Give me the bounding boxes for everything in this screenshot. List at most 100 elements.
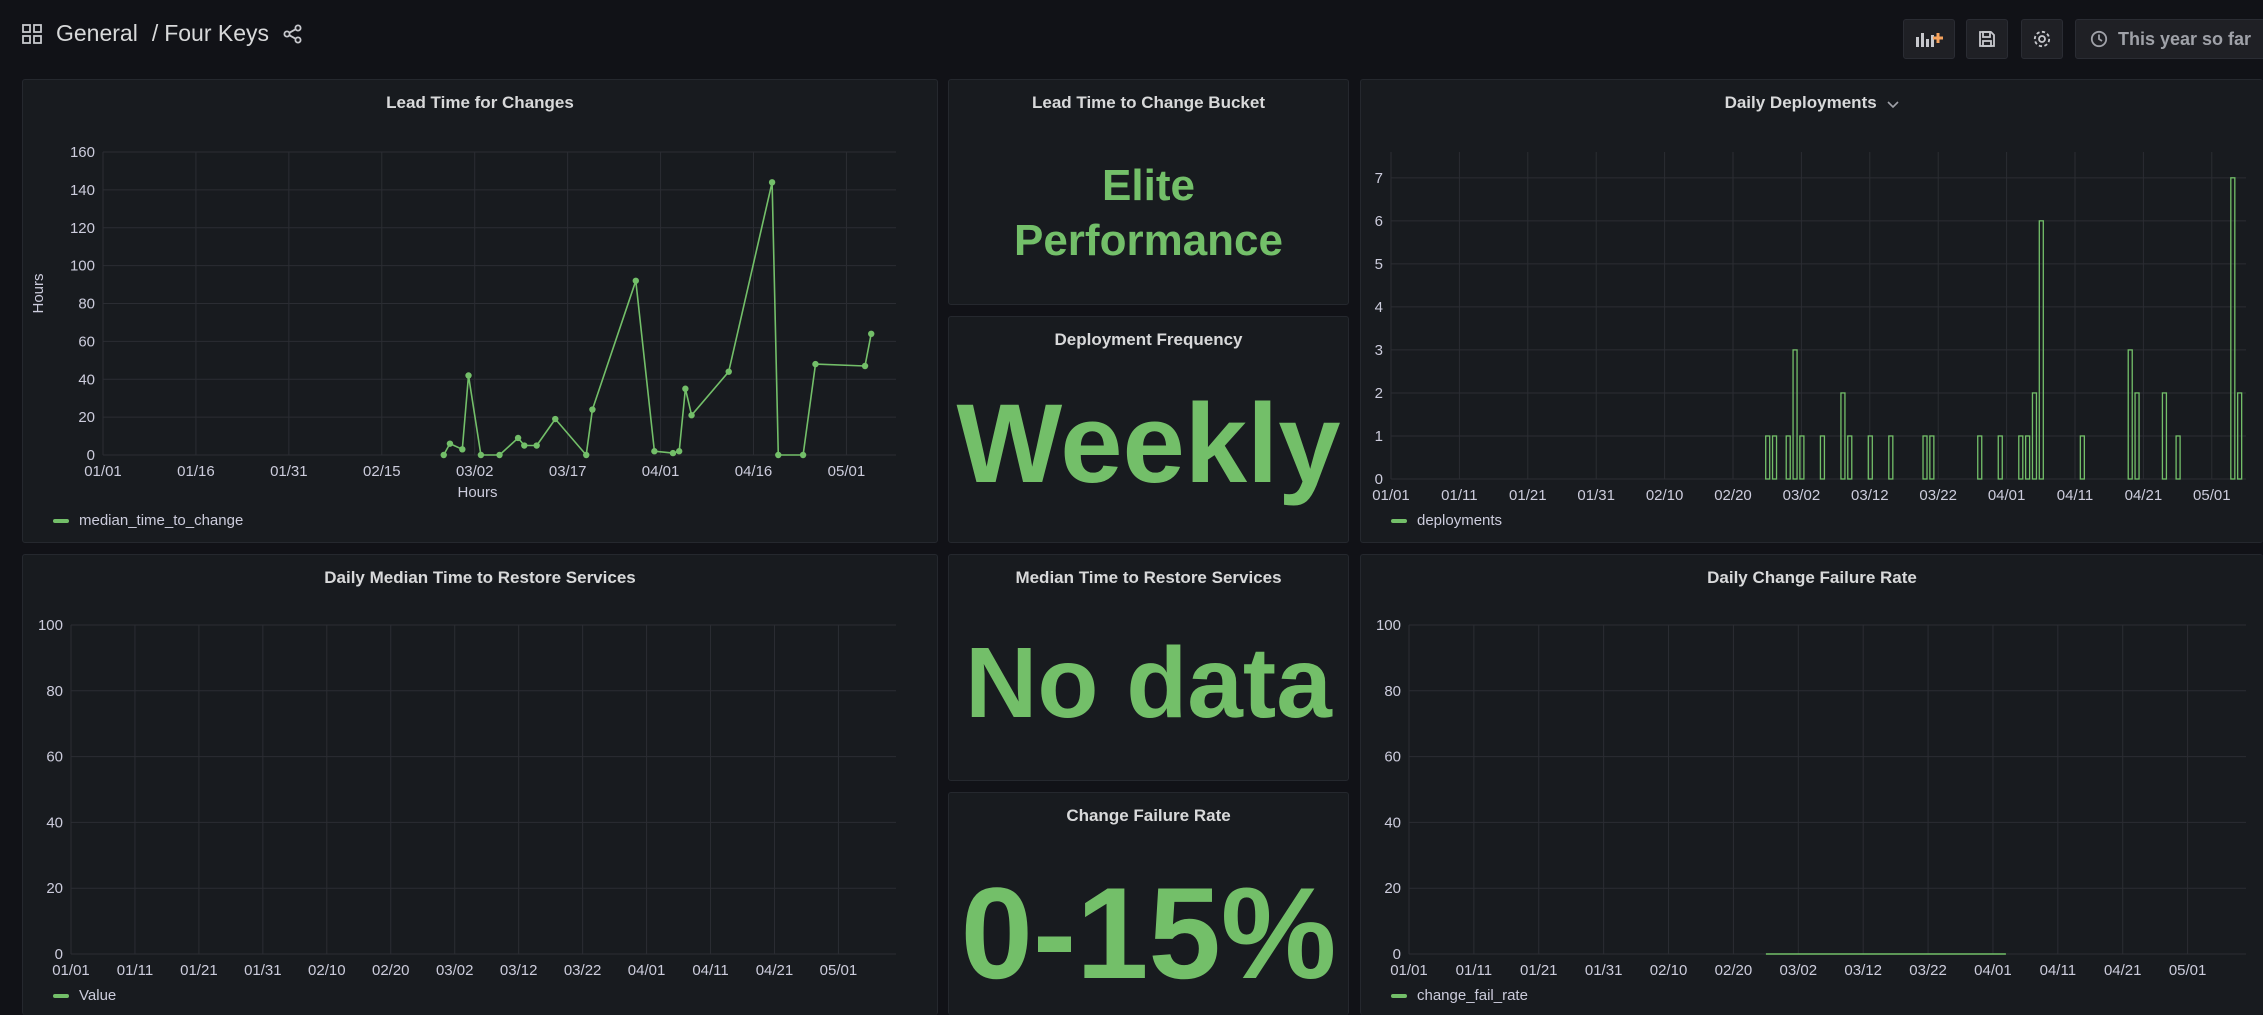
bar [2079, 435, 2085, 480]
y-tick-label: 4 [1375, 299, 1383, 316]
save-button[interactable] [1966, 19, 2008, 59]
x-tick-label: 04/01 [628, 962, 666, 979]
bar [1922, 435, 1928, 480]
apps-icon[interactable] [22, 23, 42, 44]
x-tick-label: 02/10 [1646, 487, 1684, 504]
x-tick-label: 01/21 [1509, 487, 1547, 504]
breadcrumb-separator: / [151, 20, 159, 46]
bar [1888, 435, 1894, 480]
panel-median-restore[interactable]: Median Time to Restore Services No data [948, 554, 1349, 781]
stat-value: 0-15% [960, 860, 1337, 1006]
legend-item[interactable]: median_time_to_change [53, 512, 243, 529]
legend-swatch [1391, 518, 1407, 523]
stat-value-line1: Elite [1102, 161, 1195, 210]
legend-item[interactable]: Value [53, 987, 116, 1004]
x-tick-label: 01/11 [1456, 962, 1492, 979]
y-tick-label: 120 [70, 220, 95, 237]
data-point [675, 448, 683, 455]
x-tick-label: 01/01 [84, 463, 122, 480]
x-tick-label: 02/20 [372, 962, 410, 979]
data-point [583, 451, 590, 459]
x-tick-label: 01/31 [1577, 487, 1615, 504]
legend-label: median_time_to_change [79, 512, 244, 529]
panel-daily-deployments[interactable]: Daily Deployments 0 1 2 3 4 5 6 7 01/01 01/11 01/2… [1360, 79, 2263, 543]
y-tick-label: 100 [70, 258, 95, 275]
bar [1819, 435, 1826, 480]
y-tick-label: 40 [1384, 814, 1401, 831]
x-tick-label: 05/01 [2193, 487, 2231, 504]
settings-icon [2032, 29, 2052, 49]
panel-title: Deployment Frequency [1054, 330, 1243, 349]
x-tick-label: 01/01 [52, 962, 90, 979]
y-tick-label: 40 [46, 814, 63, 831]
add-panel-button[interactable] [1903, 19, 1955, 59]
x-tick-label: 01/11 [117, 962, 153, 979]
data-point [521, 442, 528, 449]
x-tick-label: 02/15 [363, 463, 401, 480]
x-tick-label: 03/02 [1780, 962, 1818, 979]
stat-value: No data [965, 627, 1332, 739]
x-tick-label: 01/11 [1441, 487, 1477, 504]
x-tick-label: 05/01 [820, 962, 858, 979]
data-point [682, 385, 689, 392]
panel-title: Lead Time to Change Bucket [1031, 93, 1265, 112]
top-bar: General / Four Keys This year so far [0, 0, 2263, 76]
panel-lead-time[interactable]: Lead Time for Changes 0 20 40 60 80 100 120 140… [22, 79, 938, 543]
x-tick-label: 03/22 [1919, 487, 1957, 504]
x-tick-label: 01/31 [244, 962, 282, 979]
dashboard-title[interactable]: Four Keys [164, 20, 269, 47]
y-tick-label: 1 [1375, 428, 1383, 445]
x-tick-label: 01/21 [180, 962, 218, 979]
y-tick-label: 60 [46, 749, 63, 766]
x-tick-label: 03/22 [1909, 962, 1947, 979]
data-point [465, 372, 472, 379]
x-tick-label: 04/11 [2057, 487, 2093, 504]
data-point [768, 179, 776, 186]
lead-time-chart: 0 20 40 60 80 100 120 140 160 01/01 01/16 01/31 02/1… [30, 144, 896, 501]
stat-value-line2: Performance [1013, 216, 1283, 265]
x-tick-label: 03/02 [456, 463, 494, 480]
y-tick-label: 0 [1375, 471, 1383, 488]
x-tick-label: 03/17 [549, 463, 587, 480]
y-tick-label: 160 [70, 144, 95, 161]
x-tick-label: 01/01 [1372, 487, 1410, 504]
x-tick-label: 02/20 [1715, 962, 1753, 979]
y-tick-label: 0 [1393, 946, 1401, 963]
x-tick-label: 04/16 [735, 463, 773, 480]
panel-deployment-frequency[interactable]: Deployment Frequency Weekly [948, 316, 1349, 543]
panel-lead-time-bucket[interactable]: Lead Time to Change Bucket Elite Perform… [948, 79, 1349, 305]
data-point [477, 451, 485, 459]
legend-item[interactable]: change_fail_rate [1391, 987, 1528, 1004]
panel-daily-change-failure-rate[interactable]: Daily Change Failure Rate 0 20 40 60 80 100 01… [1360, 554, 2263, 1015]
bar [1765, 435, 1771, 480]
y-tick-label: 80 [78, 296, 95, 313]
data-point [861, 362, 869, 370]
panel-daily-restore[interactable]: Daily Median Time to Restore Services 02… [22, 554, 938, 1015]
x-tick-label: 04/01 [642, 463, 680, 480]
x-tick-label: 03/02 [436, 962, 474, 979]
x-tick-label: 04/21 [2104, 962, 2142, 979]
x-tick-label: 01/01 [1390, 962, 1428, 979]
panel-change-failure-rate[interactable]: Change Failure Rate 0-15% [948, 792, 1349, 1015]
breadcrumb-folder[interactable]: General [56, 20, 138, 47]
y-tick-label: 20 [46, 880, 63, 897]
clock-icon [2090, 30, 2108, 48]
x-tick-label: 05/01 [2169, 962, 2207, 979]
data-point [440, 451, 447, 459]
y-tick-label: 20 [1384, 880, 1401, 897]
series-line [442, 181, 872, 456]
y-tick-label: 6 [1375, 213, 1383, 230]
x-tick-label: 03/02 [1783, 487, 1821, 504]
y-axis-title: Hours [30, 273, 47, 313]
settings-button[interactable] [2021, 19, 2063, 59]
time-range-picker[interactable]: This year so far [2075, 19, 2263, 59]
data-point [533, 442, 540, 449]
legend-item[interactable]: deployments [1391, 512, 1502, 529]
share-icon[interactable] [283, 24, 303, 44]
legend-swatch [53, 518, 69, 523]
legend-label: Value [79, 987, 117, 1004]
daily-change-failure-chart: 0 20 40 60 80 100 01/01 01/11 01/21 01/31 02/10 02/… [1376, 617, 2246, 979]
x-tick-label: 01/21 [1520, 962, 1558, 979]
x-tick-label: 04/21 [2125, 487, 2163, 504]
panel-title: Change Failure Rate [1066, 806, 1231, 825]
